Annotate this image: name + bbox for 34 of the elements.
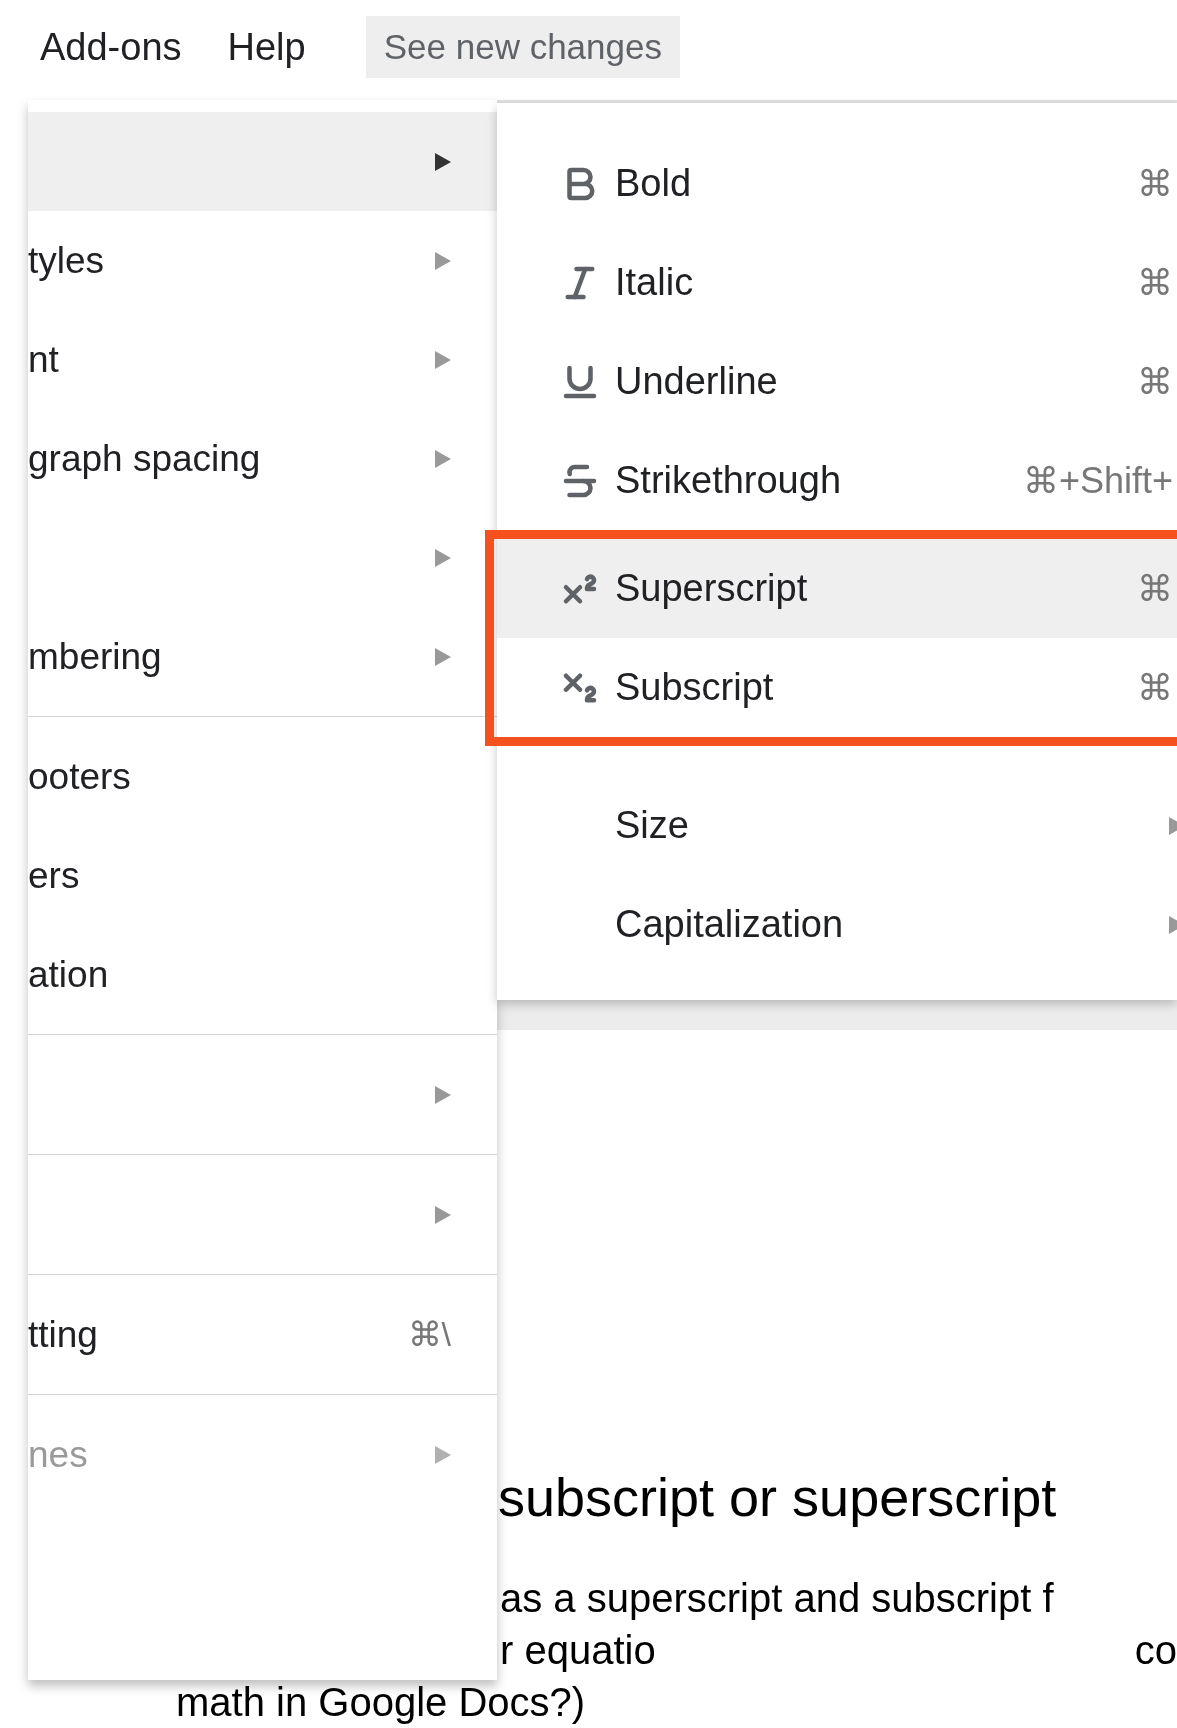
submenu-arrow-icon bbox=[435, 1085, 451, 1104]
menu-bar-item[interactable]: Add-ons bbox=[40, 18, 182, 76]
menu-item[interactable] bbox=[28, 112, 497, 211]
menu-item[interactable]: nt bbox=[28, 310, 497, 409]
document-text: co bbox=[1134, 1627, 1177, 1674]
menu-item[interactable]: Underline ⌘ bbox=[497, 332, 1177, 431]
document-text: as a superscript and subscript f bbox=[500, 1575, 1054, 1622]
menu-item[interactable]: Size bbox=[497, 776, 1177, 875]
menu-item[interactable]: Capitalization bbox=[497, 875, 1177, 974]
submenu-arrow-icon bbox=[435, 1205, 451, 1224]
menu-item[interactable]: Superscript ⌘ bbox=[497, 539, 1177, 638]
menu-item[interactable]: ooters bbox=[28, 727, 497, 826]
menu-item[interactable]: ers bbox=[28, 826, 497, 925]
menu-item[interactable]: tyles bbox=[28, 211, 497, 310]
menu-item[interactable]: graph spacing bbox=[28, 409, 497, 508]
menu-item[interactable]: mbering bbox=[28, 607, 497, 706]
submenu-arrow-icon bbox=[435, 548, 451, 567]
submenu-arrow-icon bbox=[435, 449, 451, 468]
menu-item[interactable]: Subscript ⌘ bbox=[497, 638, 1177, 737]
submenu-arrow-icon bbox=[435, 647, 451, 666]
menu-bar-item[interactable]: Help bbox=[227, 18, 306, 76]
see-changes-button[interactable]: See new changes bbox=[365, 16, 680, 78]
document-text: r equatio bbox=[500, 1627, 656, 1674]
menu-item[interactable]: tting ⌘\ bbox=[28, 1285, 497, 1384]
menu-item[interactable]: Bold ⌘ bbox=[497, 134, 1177, 233]
submenu-arrow-icon bbox=[435, 350, 451, 369]
menu-item[interactable]: Strikethrough ⌘+Shift+ bbox=[497, 431, 1177, 530]
document-text: math in Google Docs?) bbox=[176, 1679, 586, 1726]
submenu-arrow-icon bbox=[435, 251, 451, 270]
submenu-arrow-icon bbox=[435, 152, 451, 171]
document-heading: subscript or superscript bbox=[498, 1466, 1058, 1529]
menu-item[interactable]: ation bbox=[28, 925, 497, 1024]
submenu-arrow-icon bbox=[435, 1445, 451, 1464]
menu-item[interactable]: Italic ⌘ bbox=[497, 233, 1177, 332]
